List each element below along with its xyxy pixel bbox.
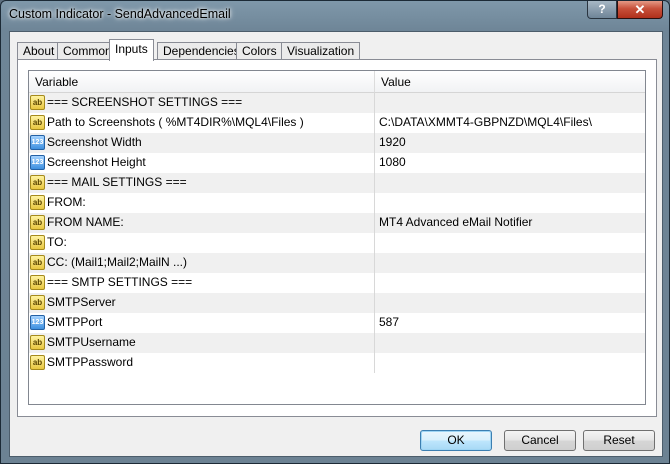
inputs-tab-panel: Variable Value ab === SCREENSHOT SETTINGS… xyxy=(17,59,657,417)
string-type-icon: ab xyxy=(30,95,45,110)
string-type-icon: ab xyxy=(30,255,45,270)
variable-cell: ab === MAIL SETTINGS === xyxy=(29,173,375,193)
variable-name: FROM: xyxy=(47,195,86,209)
value-cell[interactable]: MT4 Advanced eMail Notifier xyxy=(375,213,645,233)
variable-cell: 123 Screenshot Height xyxy=(29,153,375,173)
help-button[interactable]: ? xyxy=(587,1,617,19)
tab-colors[interactable]: Colors xyxy=(236,42,283,60)
table-row[interactable]: ab === MAIL SETTINGS === xyxy=(29,173,645,193)
variable-cell: ab CC: (Mail1;Mail2;MailN ...) xyxy=(29,253,375,273)
string-type-icon: ab xyxy=(30,275,45,290)
grid-header: Variable Value xyxy=(29,71,645,93)
table-row[interactable]: 123 SMTPPort 587 xyxy=(29,313,645,333)
string-type-icon: ab xyxy=(30,215,45,230)
dialog-window: Custom Indicator - SendAdvancedEmail ? ✕… xyxy=(0,0,670,464)
value-cell[interactable] xyxy=(375,273,645,293)
table-row[interactable]: ab Path to Screenshots ( %MT4DIR%\MQL4\Fi… xyxy=(29,113,645,133)
window-title: Custom Indicator - SendAdvancedEmail xyxy=(9,7,231,21)
value-cell[interactable] xyxy=(375,293,645,313)
variable-name: SMTPPassword xyxy=(47,355,134,369)
table-row[interactable]: 123 Screenshot Width 1920 xyxy=(29,133,645,153)
variable-cell: ab SMTPUsername xyxy=(29,333,375,353)
ok-button[interactable]: OK xyxy=(420,430,492,451)
value-cell[interactable] xyxy=(375,93,645,113)
variable-name: Screenshot Width xyxy=(47,135,142,149)
value-cell[interactable] xyxy=(375,333,645,353)
string-type-icon: ab xyxy=(30,335,45,350)
inputs-grid: Variable Value ab === SCREENSHOT SETTINGS… xyxy=(28,70,646,405)
string-type-icon: ab xyxy=(30,195,45,210)
variable-name: === MAIL SETTINGS === xyxy=(47,175,187,189)
column-header-variable[interactable]: Variable xyxy=(29,71,375,93)
variable-cell: ab === SMTP SETTINGS === xyxy=(29,273,375,293)
variable-cell: ab FROM NAME: xyxy=(29,213,375,233)
integer-type-icon: 123 xyxy=(30,315,45,330)
variable-name: TO: xyxy=(47,235,67,249)
column-header-value[interactable]: Value xyxy=(375,71,645,93)
table-row[interactable]: ab FROM: xyxy=(29,193,645,213)
value-cell[interactable] xyxy=(375,253,645,273)
tab-visualization[interactable]: Visualization xyxy=(281,42,361,60)
variable-name: Path to Screenshots ( %MT4DIR%\MQL4\File… xyxy=(47,115,304,129)
close-button[interactable]: ✕ xyxy=(617,1,663,19)
table-row[interactable]: 123 Screenshot Height 1080 xyxy=(29,153,645,173)
title-bar[interactable]: Custom Indicator - SendAdvancedEmail ? ✕ xyxy=(1,1,669,29)
tab-inputs[interactable]: Inputs xyxy=(109,39,154,61)
string-type-icon: ab xyxy=(30,175,45,190)
variable-cell: ab FROM: xyxy=(29,193,375,213)
variable-cell: ab === SCREENSHOT SETTINGS === xyxy=(29,93,375,113)
table-row[interactable]: ab SMTPUsername xyxy=(29,333,645,353)
table-row[interactable]: ab SMTPPassword xyxy=(29,353,645,373)
value-cell[interactable]: 587 xyxy=(375,313,645,333)
table-row[interactable]: ab CC: (Mail1;Mail2;MailN ...) xyxy=(29,253,645,273)
variable-name: CC: (Mail1;Mail2;MailN ...) xyxy=(47,255,188,269)
integer-type-icon: 123 xyxy=(30,155,45,170)
value-cell[interactable] xyxy=(375,233,645,253)
variable-name: SMTPPort xyxy=(47,315,103,329)
string-type-icon: ab xyxy=(30,115,45,130)
table-row[interactable]: ab === SMTP SETTINGS === xyxy=(29,273,645,293)
string-type-icon: ab xyxy=(30,235,45,250)
variable-cell: 123 Screenshot Width xyxy=(29,133,375,153)
value-cell[interactable]: 1080 xyxy=(375,153,645,173)
variable-cell: ab SMTPServer xyxy=(29,293,375,313)
string-type-icon: ab xyxy=(30,355,45,370)
tab-about[interactable]: About xyxy=(17,42,61,60)
variable-name: === SCREENSHOT SETTINGS === xyxy=(47,95,243,109)
variable-cell: ab TO: xyxy=(29,233,375,253)
value-cell[interactable] xyxy=(375,193,645,213)
variable-cell: 123 SMTPPort xyxy=(29,313,375,333)
cancel-button[interactable]: Cancel xyxy=(504,430,576,451)
string-type-icon: ab xyxy=(30,295,45,310)
value-cell[interactable]: C:\DATA\XMMT4-GBPNZD\MQL4\Files\ xyxy=(375,113,645,133)
variable-name: Screenshot Height xyxy=(47,155,146,169)
variable-cell: ab Path to Screenshots ( %MT4DIR%\MQL4\Fi… xyxy=(29,113,375,133)
variable-cell: ab SMTPPassword xyxy=(29,353,375,373)
variable-name: FROM NAME: xyxy=(47,215,124,229)
value-cell[interactable] xyxy=(375,353,645,373)
table-row[interactable]: ab FROM NAME: MT4 Advanced eMail Notifier xyxy=(29,213,645,233)
value-cell[interactable] xyxy=(375,173,645,193)
reset-button[interactable]: Reset xyxy=(583,430,655,451)
table-row[interactable]: ab SMTPServer xyxy=(29,293,645,313)
dialog-client-area: About Common Inputs Dependencies Colors … xyxy=(9,31,663,457)
tab-dependencies[interactable]: Dependencies xyxy=(157,42,246,60)
variable-name: === SMTP SETTINGS === xyxy=(47,275,193,289)
integer-type-icon: 123 xyxy=(30,135,45,150)
variable-name: SMTPServer xyxy=(47,295,116,309)
variable-name: SMTPUsername xyxy=(47,335,136,349)
value-cell[interactable]: 1920 xyxy=(375,133,645,153)
table-row[interactable]: ab === SCREENSHOT SETTINGS === xyxy=(29,93,645,113)
table-row[interactable]: ab TO: xyxy=(29,233,645,253)
